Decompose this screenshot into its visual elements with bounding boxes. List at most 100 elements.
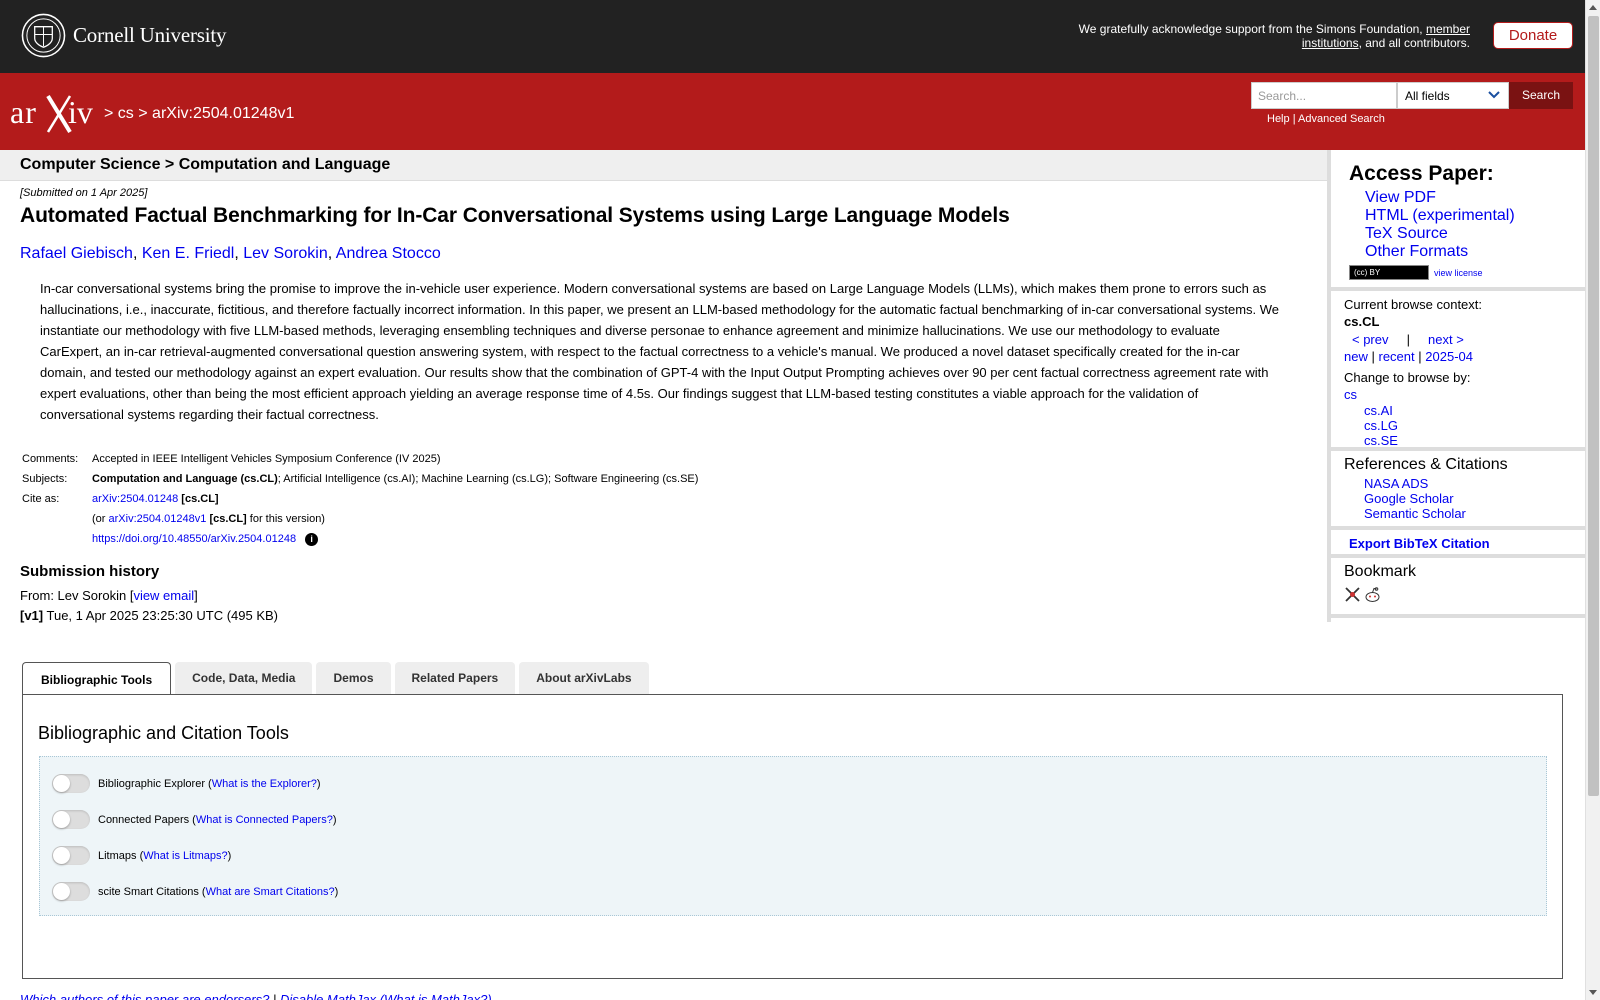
info-icon[interactable]: i — [305, 532, 319, 546]
footer-sep: | — [272, 992, 277, 1000]
donate-button[interactable]: Donate — [1493, 22, 1573, 49]
author-link[interactable]: Lev Sorokin — [243, 245, 328, 262]
bibliographic-tools-panel: Bibliographic and Citation Tools Bibliog… — [22, 694, 1563, 979]
subjects-label: Subjects: — [22, 473, 68, 485]
browse-cs-se-link[interactable]: cs.SE — [1364, 433, 1398, 448]
tool-help-link[interactable]: What is Connected Papers? — [196, 814, 333, 826]
tab-related-papers[interactable]: Related Papers — [394, 662, 516, 694]
ack-end: , and all contributors. — [1358, 36, 1470, 50]
semantic-scholar-link[interactable]: Semantic Scholar — [1364, 506, 1466, 521]
paper-title: Automated Factual Benchmarking for In-Ca… — [20, 204, 1010, 227]
primary-subject: Computation and Language (cs.CL) — [92, 473, 278, 485]
bookmark-title: Bookmark — [1344, 563, 1417, 580]
search-button[interactable]: Search — [1509, 82, 1573, 109]
prev-link[interactable]: < prev — [1352, 332, 1389, 347]
help-sep: | — [1292, 113, 1296, 125]
tools-box: Bibliographic Explorer (What is the Expl… — [39, 756, 1547, 916]
search-field-select[interactable]: All fields — [1397, 82, 1509, 109]
from-prefix: From: Lev Sorokin [ — [20, 588, 134, 603]
arxiv-logo-icon[interactable]: ar iv — [8, 90, 102, 136]
author-link[interactable]: Rafael Giebisch — [20, 245, 133, 262]
reddit-icon[interactable] — [1364, 586, 1381, 603]
category-bar: Computer Science > Computation and Langu… — [0, 150, 1327, 181]
references-box: References & Citations NASA ADS Google S… — [1331, 451, 1585, 530]
tool-name: Bibliographic Explorer — [98, 777, 205, 790]
nasa-ads-link[interactable]: NASA ADS — [1364, 476, 1428, 491]
recent-link[interactable]: recent — [1379, 349, 1415, 364]
tool-help-link[interactable]: What is the Explorer? — [212, 778, 317, 790]
cite-id-link[interactable]: arXiv:2504.01248 — [92, 493, 178, 505]
bibliographic-explorer-toggle[interactable] — [52, 774, 90, 793]
from-suffix: ] — [194, 588, 198, 603]
browse-context-label: Current browse context: — [1344, 297, 1483, 312]
tools-title: Bibliographic and Citation Tools — [38, 723, 289, 743]
browse-cs-ai-link[interactable]: cs.AI — [1364, 403, 1393, 418]
endorsers-link[interactable]: Which authors of this paper are endorser… — [20, 992, 269, 1000]
license: (cc) BY view license — [1349, 265, 1585, 280]
cite-category: [cs.CL] — [181, 493, 219, 505]
export-bibtex-link[interactable]: Export BibTeX Citation — [1349, 536, 1490, 551]
cite-or: (or — [92, 513, 106, 525]
version-entry: [v1] Tue, 1 Apr 2025 23:25:30 UTC (495 K… — [20, 606, 1320, 626]
scite-toggle[interactable] — [52, 882, 90, 901]
advanced-search-link[interactable]: Advanced Search — [1298, 113, 1385, 125]
author-sep: , — [132, 245, 138, 262]
browse-cs-link[interactable]: cs — [1344, 387, 1357, 402]
tab-bibliographic-tools[interactable]: Bibliographic Tools — [22, 662, 172, 696]
mathjax-help-link[interactable]: (What is MathJax?) — [380, 992, 492, 1000]
breadcrumb: > cs > arXiv:2504.01248v1 — [104, 105, 294, 123]
university-name: Cornell University — [73, 23, 227, 47]
connected-papers-toggle[interactable] — [52, 810, 90, 829]
help-link[interactable]: Help — [1267, 113, 1290, 125]
view-pdf-link[interactable]: View PDF — [1365, 189, 1436, 206]
bibsonomy-icon[interactable] — [1344, 586, 1361, 603]
author-sep: , — [327, 245, 333, 262]
acknowledgement: We gratefully acknowledge support from t… — [1050, 22, 1470, 50]
cornell-logo[interactable]: Cornell University — [21, 13, 226, 58]
nav-sep: | — [1406, 332, 1410, 347]
litmaps-toggle[interactable] — [52, 846, 90, 865]
google-scholar-link[interactable]: Google Scholar — [1364, 491, 1454, 506]
html-link[interactable]: HTML (experimental) — [1365, 207, 1515, 224]
cornell-seal-icon — [21, 13, 66, 58]
submitted-from: From: Lev Sorokin [view email] — [20, 586, 1320, 606]
disable-mathjax-link[interactable]: Disable MathJax — [280, 992, 376, 1000]
next-link[interactable]: next > — [1428, 332, 1464, 347]
cc-by-badge-icon[interactable]: (cc) BY — [1349, 265, 1429, 280]
other-formats-link[interactable]: Other Formats — [1365, 243, 1468, 260]
scroll-thumb[interactable] — [1588, 16, 1599, 796]
tool-help-link[interactable]: What are Smart Citations? — [206, 886, 335, 898]
month-link[interactable]: 2025-04 — [1425, 349, 1473, 364]
browse-cs-lg-link[interactable]: cs.LG — [1364, 418, 1398, 433]
scroll-down-icon[interactable] — [1589, 990, 1597, 995]
page-scrollbar[interactable] — [1585, 0, 1600, 1000]
access-paper-box: Access Paper: View PDF HTML (experimenta… — [1331, 150, 1585, 291]
tool-help-link[interactable]: What is Litmaps? — [143, 850, 227, 862]
cite-for: for this version) — [249, 513, 325, 525]
view-email-link[interactable]: view email — [133, 588, 194, 603]
new-link[interactable]: new — [1344, 349, 1368, 364]
browse-context-box: Current browse context: cs.CL < prev | n… — [1331, 291, 1585, 451]
author-link[interactable]: Ken E. Friedl — [142, 245, 234, 262]
cite-version-row: (or arXiv:2504.01248v1 [cs.CL] for this … — [90, 509, 700, 529]
search-input[interactable]: Search... — [1251, 82, 1397, 109]
tab-code-data-media[interactable]: Code, Data, Media — [175, 662, 313, 694]
category-title: Computer Science > Computation and Langu… — [20, 156, 391, 173]
scroll-up-icon[interactable] — [1589, 5, 1597, 10]
other-subjects: ; Artificial Intelligence (cs.AI); Machi… — [277, 473, 699, 485]
author-link[interactable]: Andrea Stocco — [336, 245, 441, 262]
breadcrumb-sep: > — [104, 105, 114, 122]
view-license-link[interactable]: view license — [1434, 268, 1483, 278]
tab-about-arxivlabs[interactable]: About arXivLabs — [519, 662, 649, 694]
cite-version-link[interactable]: arXiv:2504.01248v1 — [109, 513, 207, 525]
references-title: References & Citations — [1344, 456, 1508, 473]
tex-source-link[interactable]: TeX Source — [1365, 225, 1448, 242]
footer-links: Which authors of this paper are endorser… — [20, 992, 492, 1000]
breadcrumb-cs[interactable]: cs — [118, 105, 134, 122]
doi-link[interactable]: https://doi.org/10.48550/arXiv.2504.0124… — [92, 533, 296, 545]
cite-version-category: [cs.CL] — [209, 513, 247, 525]
tab-demos[interactable]: Demos — [316, 662, 391, 694]
bookmark-icons — [1344, 586, 1585, 603]
export-box: Export BibTeX Citation — [1331, 530, 1585, 558]
tool-row: Connected Papers (What is Connected Pape… — [52, 810, 337, 829]
